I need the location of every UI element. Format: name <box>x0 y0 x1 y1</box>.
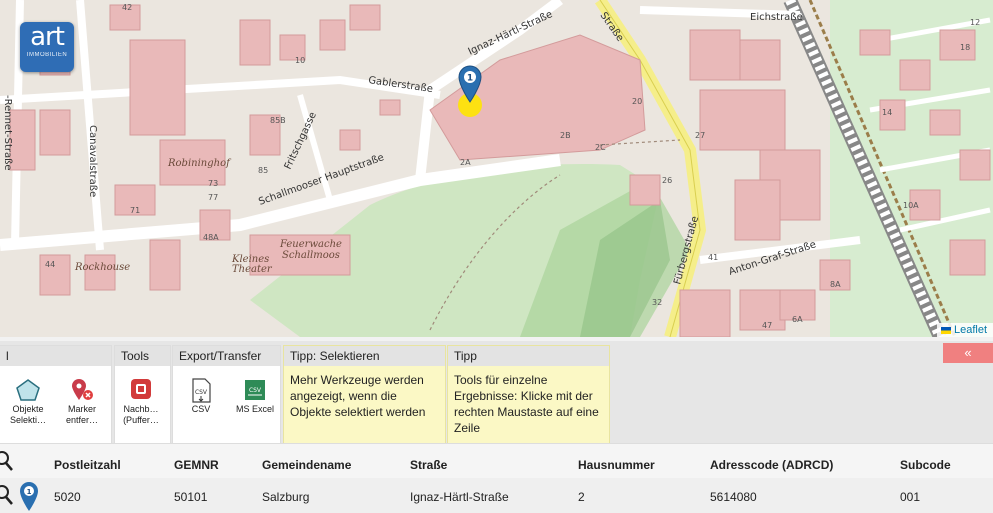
header-adresscode[interactable]: Adresscode (ADRCD) <box>710 458 833 472</box>
svg-text:20: 20 <box>632 97 642 106</box>
excel-label: MS Excel <box>235 404 274 414</box>
csv-file-icon: CSV <box>192 378 211 403</box>
svg-text:77: 77 <box>208 193 218 202</box>
cell-gemeindename: Salzburg <box>262 490 310 504</box>
logo-text: art <box>30 22 65 52</box>
svg-text:Eichstraße: Eichstraße <box>750 12 803 23</box>
svg-text:1: 1 <box>467 74 473 84</box>
csv-label: CSV <box>191 404 211 414</box>
selection-group-title: l <box>0 346 111 366</box>
search-icon[interactable] <box>0 450 14 472</box>
svg-text:73: 73 <box>208 179 218 188</box>
select-objects-label: Objekte Selekti… <box>9 404 46 425</box>
results-table: Postleitzahl GEMNR Gemeindename Straße H… <box>0 443 993 513</box>
remove-marker-label: Marker entfer… <box>65 404 98 425</box>
cell-strasse: Ignaz-Härtl-Straße <box>410 490 509 504</box>
selected-location-marker[interactable]: 1 <box>454 62 486 122</box>
svg-text:10: 10 <box>295 56 305 65</box>
svg-text:2A: 2A <box>460 158 471 167</box>
cell-postleitzahl: 5020 <box>54 490 81 504</box>
svg-text:CSV: CSV <box>195 389 208 396</box>
export-group-title: Export/Transfer <box>173 346 280 366</box>
excel-export-tool[interactable]: CSV MS Excel <box>235 378 275 415</box>
svg-text:18: 18 <box>960 43 970 52</box>
header-postleitzahl[interactable]: Postleitzahl <box>54 458 121 472</box>
svg-text:85B: 85B <box>270 116 286 125</box>
svg-text:Theater: Theater <box>232 264 273 275</box>
collapse-panel-button[interactable]: « <box>943 343 993 363</box>
header-hausnummer[interactable]: Hausnummer <box>578 458 655 472</box>
header-subcode[interactable]: Subcode <box>900 458 951 472</box>
svg-text:Schallmoos: Schallmoos <box>282 250 340 261</box>
svg-text:1: 1 <box>27 488 32 496</box>
svg-text:42: 42 <box>122 3 132 12</box>
buffer-label: Nachb… (Puffer… <box>123 404 159 425</box>
neighbourhood-buffer-tool[interactable]: Nachb… (Puffer… <box>121 378 161 426</box>
svg-text:26: 26 <box>662 176 672 185</box>
svg-text:32: 32 <box>652 298 662 307</box>
svg-text:6A: 6A <box>792 315 803 324</box>
polygon-select-icon <box>16 379 40 401</box>
map-view[interactable]: Gablerstraße Ignaz-Härtl-Straße Straße E… <box>0 0 993 337</box>
leaflet-link[interactable]: Leaflet <box>954 324 987 336</box>
svg-text:10A: 10A <box>903 201 919 210</box>
header-gemnr[interactable]: GEMNR <box>174 458 219 472</box>
map-tiles: Gablerstraße Ignaz-Härtl-Straße Straße E… <box>0 0 993 337</box>
zoom-to-row-icon[interactable] <box>0 484 14 506</box>
select-objects-tool[interactable]: Objekte Selekti… <box>8 378 48 426</box>
svg-text:2C: 2C <box>595 143 606 152</box>
tip-row-text: Tools für einzelne Ergebnisse: Klicke mi… <box>454 373 599 435</box>
svg-text:Feuerwache: Feuerwache <box>279 239 342 250</box>
art-immobilien-logo[interactable]: art IMMOBILIEN <box>20 22 74 72</box>
svg-text:2B: 2B <box>560 131 571 140</box>
svg-text:-Rennet-Straße: -Rennet-Straße <box>2 95 13 171</box>
buffer-icon <box>131 379 151 399</box>
header-strasse[interactable]: Straße <box>410 458 447 472</box>
svg-text:8A: 8A <box>830 280 841 289</box>
tools-group-title: Tools <box>115 346 170 366</box>
svg-text:12: 12 <box>970 18 980 27</box>
svg-text:85: 85 <box>258 166 268 175</box>
tip-select-panel: Tipp: Selektieren Mehr Werkzeuge werden … <box>283 345 446 445</box>
svg-text:Robininghof: Robininghof <box>167 158 232 169</box>
cell-gemnr: 50101 <box>174 490 208 504</box>
logo-subtext: IMMOBILIEN <box>26 52 68 58</box>
svg-text:Canavalstraße: Canavalstraße <box>87 125 98 197</box>
svg-text:71: 71 <box>130 206 140 215</box>
tip-row-title: Tipp <box>448 346 609 366</box>
map-attribution: Leaflet <box>936 323 993 337</box>
cell-hausnummer: 2 <box>578 490 585 504</box>
tip-row-panel: Tipp Tools für einzelne Ergebnisse: Klic… <box>447 345 610 445</box>
svg-text:Rockhouse: Rockhouse <box>74 262 130 273</box>
remove-marker-tool[interactable]: Marker entfer… <box>62 378 102 426</box>
ukraine-flag-icon <box>940 326 951 334</box>
selection-tool-group: l Objekte Selekti… Marker entfer… <box>0 345 112 445</box>
cell-adresscode: 5614080 <box>710 490 757 504</box>
row-marker-icon[interactable]: 1 <box>18 480 40 512</box>
svg-text:41: 41 <box>708 253 718 262</box>
excel-file-icon: CSV <box>245 380 265 400</box>
svg-text:CSV: CSV <box>249 387 262 394</box>
svg-text:48A: 48A <box>203 233 219 242</box>
tip-select-text: Mehr Werkzeuge werden angezeigt, wenn di… <box>290 373 426 419</box>
tools-group: Tools Nachb… (Puffer… <box>114 345 171 445</box>
export-group: Export/Transfer CSV CSV CSV MS Excel <box>172 345 281 445</box>
svg-text:47: 47 <box>762 321 772 330</box>
svg-text:14: 14 <box>882 108 892 117</box>
cell-subcode: 001 <box>900 490 921 504</box>
svg-text:44: 44 <box>45 260 55 269</box>
tip-select-title: Tipp: Selektieren <box>284 346 445 366</box>
svg-text:27: 27 <box>695 131 705 140</box>
toolbar: l Objekte Selekti… Marker entfer… Tools … <box>0 337 993 447</box>
remove-marker-icon <box>72 379 93 400</box>
header-gemeindename[interactable]: Gemeindename <box>262 458 351 472</box>
csv-export-tool[interactable]: CSV CSV <box>181 378 221 415</box>
